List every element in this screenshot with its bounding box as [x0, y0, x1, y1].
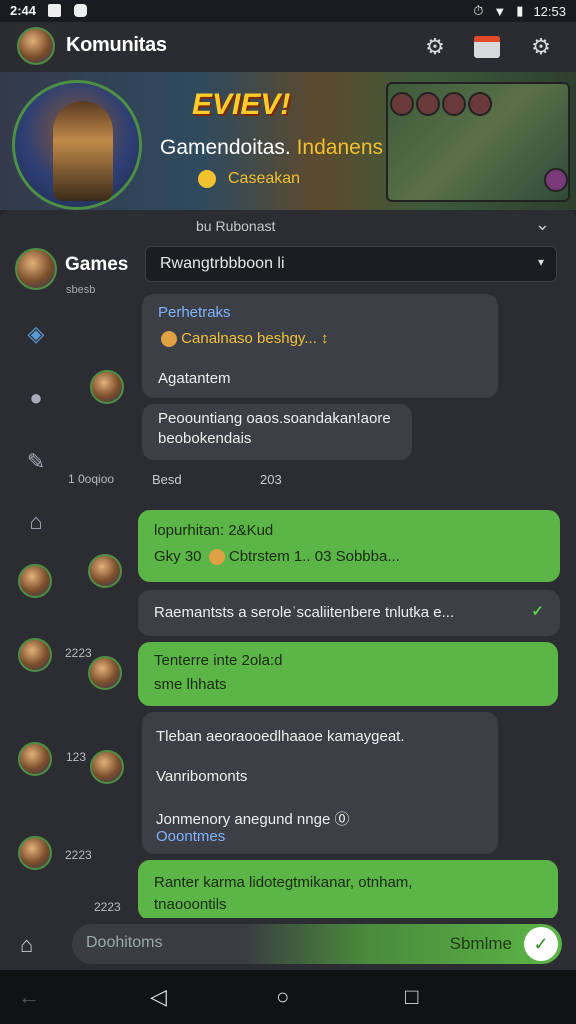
status-time: 2:44 — [10, 3, 37, 18]
timestamp: 2223 — [65, 646, 92, 660]
message-bubble[interactable]: Raemantsts a seroleˈscaliitenbere tnlutk… — [138, 590, 560, 636]
avatar[interactable] — [90, 370, 124, 404]
chevron-down-icon[interactable]: ⌄ — [535, 214, 550, 235]
timestamp: 2223 — [94, 900, 121, 914]
notification-icon — [74, 4, 87, 17]
home-circle-icon[interactable]: ○ — [276, 984, 289, 1010]
input-placeholder: Doohitoms — [86, 934, 163, 951]
page-title: Komunitas — [66, 34, 167, 56]
profile-avatar[interactable] — [17, 27, 55, 65]
check-icon: ✓ — [531, 603, 544, 620]
message-bubble[interactable]: Peoountiang oaos.soandakan!aore beoboken… — [142, 404, 412, 460]
system-nav-bar: ← ◁ ○ □ — [0, 970, 576, 1024]
send-button[interactable]: ✓ — [524, 927, 558, 961]
back-icon[interactable]: ◁ — [150, 984, 167, 1010]
back-arrow-icon[interactable]: ← — [18, 984, 40, 1010]
send-label: Sbmlme — [449, 934, 512, 953]
avatar[interactable] — [18, 836, 52, 870]
edit-icon[interactable]: ✎ — [22, 448, 50, 476]
settings-gear-icon[interactable]: ⚙ — [422, 34, 448, 60]
reaction-row: Besd 203 — [152, 472, 282, 487]
top-app-bar: Komunitas ⚙ ⚙ — [0, 22, 576, 72]
group-sublabel: sbesb — [66, 284, 96, 296]
avatar[interactable] — [18, 638, 52, 672]
message-bubble[interactable]: Ranter karma lidotegtmikanar, otnham, tn… — [138, 860, 558, 920]
banner-subtitle: Caseakan — [228, 170, 301, 187]
recents-icon[interactable]: □ — [405, 984, 418, 1010]
wifi-icon: ▼ — [493, 3, 507, 19]
game-logo: EVIEV! — [192, 88, 291, 121]
calendar-icon[interactable] — [474, 36, 500, 58]
group-label: Games — [65, 254, 129, 275]
bookmark-icon[interactable]: ⌂ — [22, 508, 50, 536]
message-input[interactable]: Doohitoms Sbmlme ✓ — [72, 924, 562, 964]
avatar[interactable] — [88, 554, 122, 588]
timestamp: 1 0oqioo — [68, 472, 115, 486]
game-minimap — [386, 82, 570, 202]
message-bubble[interactable]: Perhetraks Canalnaso beshgy... ↕ Agatant… — [142, 294, 498, 398]
battery-icon: ▮ — [516, 3, 524, 18]
coin-icon — [198, 170, 216, 188]
dropdown-arrow-icon: ▾ — [537, 255, 544, 269]
alarm-icon: ⏱ — [473, 3, 484, 18]
status-battery: 12:53 — [533, 3, 566, 19]
cube-icon[interactable]: ◈ — [22, 320, 50, 348]
message-bubble[interactable]: Tenterre inte 2ola:d sme lhhats — [138, 642, 558, 706]
gallery-icon — [48, 4, 61, 17]
status-bar: 2:44 ⏱ ▼ ▮ 12:53 — [0, 0, 576, 22]
channel-dropdown[interactable]: Rwangtrbbboon li ▾ — [145, 246, 557, 282]
message-bubble[interactable]: Tleban aeoraooedlhaaoe kamaygeat. Vanrib… — [142, 712, 498, 854]
chat-panel: bu Rubonast ⌄ Games sbesb Rwangtrbbboon … — [0, 210, 576, 970]
banner-title: Gamendoitas. Indanens — [160, 136, 384, 159]
avatar[interactable] — [88, 656, 122, 690]
avatar[interactable] — [90, 750, 124, 784]
message-bubble[interactable]: lopurhitan: 2&Kud Gky 30 Cbtrstem 1.. 03… — [138, 510, 560, 582]
message-composer: ⌂ Doohitoms Sbmlme ✓ — [0, 918, 576, 970]
avatar[interactable] — [18, 564, 52, 598]
home-icon[interactable]: ⌂ — [20, 932, 33, 958]
panel-header: bu Rubonast — [196, 218, 276, 234]
timestamp: 123 — [66, 750, 87, 764]
group-avatar[interactable] — [15, 248, 57, 290]
community-banner[interactable]: EVIEV! Gamendoitas. Indanens Caseakan — [0, 72, 576, 210]
avatar[interactable] — [18, 742, 52, 776]
hero-portrait — [12, 80, 142, 210]
user-icon[interactable]: ● — [22, 384, 50, 412]
settings-icon[interactable]: ⚙ — [528, 34, 554, 60]
timestamp: 2223 — [65, 848, 92, 862]
dropdown-value: Rwangtrbbboon li — [160, 255, 285, 272]
